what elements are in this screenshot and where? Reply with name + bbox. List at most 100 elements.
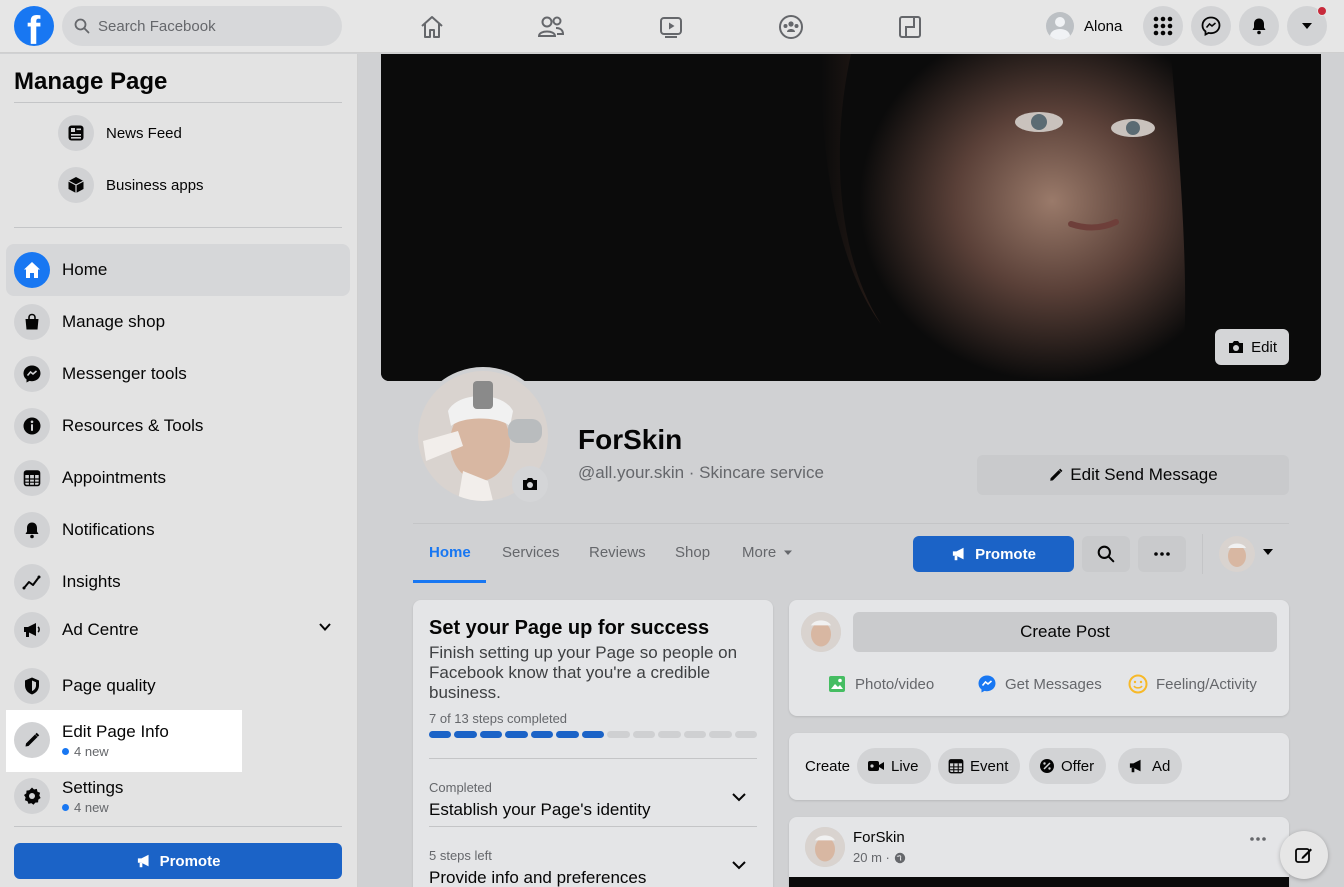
- gaming-icon[interactable]: [893, 10, 927, 44]
- photo-video-button[interactable]: Photo/video: [827, 672, 934, 696]
- active-tab-indicator: [413, 580, 486, 583]
- page-switcher-avatar[interactable]: [1219, 536, 1255, 572]
- create-ad-chip[interactable]: Ad: [1118, 748, 1183, 784]
- promote-label: Promote: [975, 545, 1036, 563]
- groups-icon[interactable]: [774, 10, 808, 44]
- tab-services[interactable]: Services: [502, 544, 560, 561]
- get-messages-button[interactable]: Get Messages: [977, 672, 1102, 696]
- search-icon: [1097, 545, 1115, 563]
- new-badge: 4 new: [62, 800, 123, 815]
- edit-send-message-button[interactable]: Edit Send Message: [977, 455, 1289, 495]
- profile-chip[interactable]: Alona: [1046, 8, 1122, 44]
- search-box[interactable]: [62, 6, 342, 46]
- setup-card: Set your Page up for success Finish sett…: [413, 600, 773, 887]
- sidebar-item-insights[interactable]: Insights: [6, 556, 350, 608]
- sidebar-item-appointments[interactable]: Appointments: [6, 452, 350, 504]
- post-image[interactable]: [789, 877, 1289, 887]
- feeling-activity-button[interactable]: Feeling/Activity: [1128, 672, 1257, 696]
- menu-grid-button[interactable]: [1143, 6, 1183, 46]
- sidebar-item-resources-tools[interactable]: Resources & Tools: [6, 400, 350, 452]
- search-icon: [74, 18, 90, 34]
- friends-icon[interactable]: [534, 10, 568, 44]
- sidebar-item-notifications[interactable]: Notifications: [6, 504, 350, 556]
- setup-description: Finish setting up your Page so people on…: [429, 643, 738, 702]
- action-label: Feeling/Activity: [1156, 675, 1257, 693]
- caret-down-icon: [784, 550, 793, 555]
- tab-shop[interactable]: Shop: [675, 544, 710, 561]
- cover-edit-label: Edit: [1251, 338, 1277, 356]
- progress-segment: [530, 731, 554, 738]
- calendar-icon: [948, 758, 964, 774]
- home-icon[interactable]: [415, 10, 449, 44]
- tab-home[interactable]: Home: [429, 544, 471, 561]
- progress-segment: [581, 731, 605, 738]
- feed-post-card: ForSkin 20 m ·: [789, 817, 1289, 887]
- chevron-down-icon[interactable]: [731, 792, 747, 802]
- create-offer-chip[interactable]: Offer: [1029, 748, 1107, 784]
- facebook-logo-icon[interactable]: f: [14, 6, 54, 46]
- notifications-button[interactable]: [1239, 6, 1279, 46]
- pencil-icon: [1048, 467, 1064, 483]
- sidebar-item-label: Messenger tools: [62, 364, 187, 383]
- progress-segment: [479, 731, 503, 738]
- info-icon: [14, 408, 50, 444]
- sidebar-item-home[interactable]: Home: [6, 244, 350, 296]
- sidebar-promote-button[interactable]: Promote: [14, 843, 342, 879]
- user-name: Alona: [1084, 17, 1123, 35]
- user-avatar: [1046, 12, 1074, 40]
- cover-edit-button[interactable]: Edit: [1215, 329, 1289, 365]
- sidebar-item-ad-centre[interactable]: Ad Centre: [6, 604, 350, 656]
- sidebar-item-label: Ad Centre: [62, 620, 139, 639]
- home-icon: [14, 252, 50, 288]
- post-author-avatar[interactable]: [805, 827, 845, 867]
- chip-label: Ad: [1152, 757, 1171, 775]
- promote-label: Promote: [159, 852, 221, 870]
- search-input[interactable]: [98, 6, 328, 46]
- page-search-button[interactable]: [1082, 536, 1130, 572]
- sidebar-item-label: Business apps: [106, 176, 204, 194]
- camera-icon: [523, 478, 537, 490]
- top-navigation-bar: f Alona: [0, 0, 1344, 53]
- setup-steps-count: 7 of 13 steps completed: [429, 711, 568, 726]
- tab-more[interactable]: More: [742, 544, 793, 561]
- sidebar-item-settings[interactable]: Settings 4 new: [6, 768, 350, 824]
- sidebar-item-business-apps[interactable]: Business apps: [58, 167, 204, 203]
- sidebar-item-news-feed[interactable]: News Feed: [58, 115, 182, 151]
- sidebar-item-messenger-tools[interactable]: Messenger tools: [6, 348, 350, 400]
- chip-label: Live: [891, 757, 919, 775]
- progress-segment: [734, 731, 758, 738]
- messenger-icon: [14, 356, 50, 392]
- photo-icon: [827, 674, 847, 694]
- cover-photo[interactable]: Edit: [381, 54, 1321, 381]
- section-title[interactable]: Provide info and preferences: [429, 868, 646, 887]
- chevron-down-icon[interactable]: [318, 622, 332, 632]
- progress-segment: [429, 731, 452, 738]
- post-author-name[interactable]: ForSkin: [853, 829, 905, 846]
- compose-icon: [1295, 848, 1312, 863]
- sidebar-item-page-quality[interactable]: Page quality: [6, 660, 350, 712]
- megaphone-icon: [137, 854, 149, 868]
- tab-reviews[interactable]: Reviews: [589, 544, 646, 561]
- watch-icon[interactable]: [654, 10, 688, 44]
- chevron-down-icon[interactable]: [731, 860, 747, 870]
- create-post-button[interactable]: Create Post: [853, 612, 1277, 652]
- new-message-button[interactable]: [1280, 831, 1328, 879]
- more-horizontal-icon[interactable]: [1249, 837, 1267, 841]
- messenger-button[interactable]: [1191, 6, 1231, 46]
- page-promote-button[interactable]: Promote: [913, 536, 1074, 572]
- sidebar-item-edit-page-info[interactable]: Edit Page Info 4 new: [6, 712, 350, 768]
- megaphone-icon: [952, 547, 964, 561]
- account-menu-button[interactable]: [1287, 6, 1327, 46]
- section-title[interactable]: Establish your Page's identity: [429, 800, 651, 820]
- page-more-options-button[interactable]: [1138, 536, 1186, 572]
- page-switcher-caret-icon[interactable]: [1263, 549, 1273, 555]
- profile-camera-button[interactable]: [512, 466, 548, 502]
- create-event-chip[interactable]: Event: [938, 748, 1021, 784]
- sidebar-item-manage-shop[interactable]: Manage shop: [6, 296, 350, 348]
- bell-icon: [14, 512, 50, 548]
- create-live-chip[interactable]: Live: [857, 748, 931, 784]
- chip-label: Event: [970, 757, 1009, 775]
- megaphone-icon: [1128, 758, 1146, 774]
- grid-icon: [1153, 16, 1173, 36]
- post-timestamp[interactable]: 20 m ·: [853, 850, 906, 865]
